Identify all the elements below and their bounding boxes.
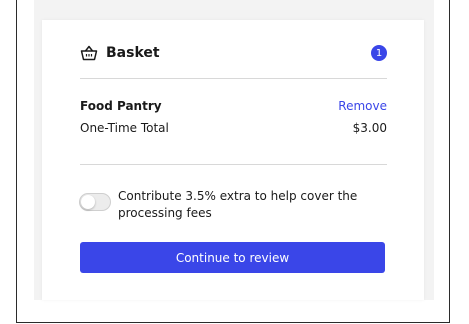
basket-item: Food Pantry Remove: [80, 99, 387, 113]
item-name: Food Pantry: [80, 99, 162, 113]
divider: [80, 164, 387, 165]
fee-toggle[interactable]: [79, 193, 111, 211]
continue-to-review-button[interactable]: Continue to review: [80, 242, 385, 273]
total-label: One-Time Total: [80, 121, 169, 135]
basket-title: Basket: [106, 45, 160, 61]
total-value: $3.00: [352, 121, 387, 135]
basket-header: Basket 1: [80, 42, 387, 64]
fee-toggle-label: Contribute 3.5% extra to help cover the …: [118, 189, 358, 220]
basket-count-badge: 1: [371, 45, 387, 61]
basket-icon: [80, 44, 98, 62]
toggle-knob: [81, 195, 95, 209]
basket-card: Basket 1 Food Pantry Remove One-Time Tot…: [42, 20, 424, 300]
remove-item-link[interactable]: Remove: [338, 99, 387, 113]
total-row: One-Time Total $3.00: [80, 121, 387, 135]
divider: [80, 78, 387, 79]
